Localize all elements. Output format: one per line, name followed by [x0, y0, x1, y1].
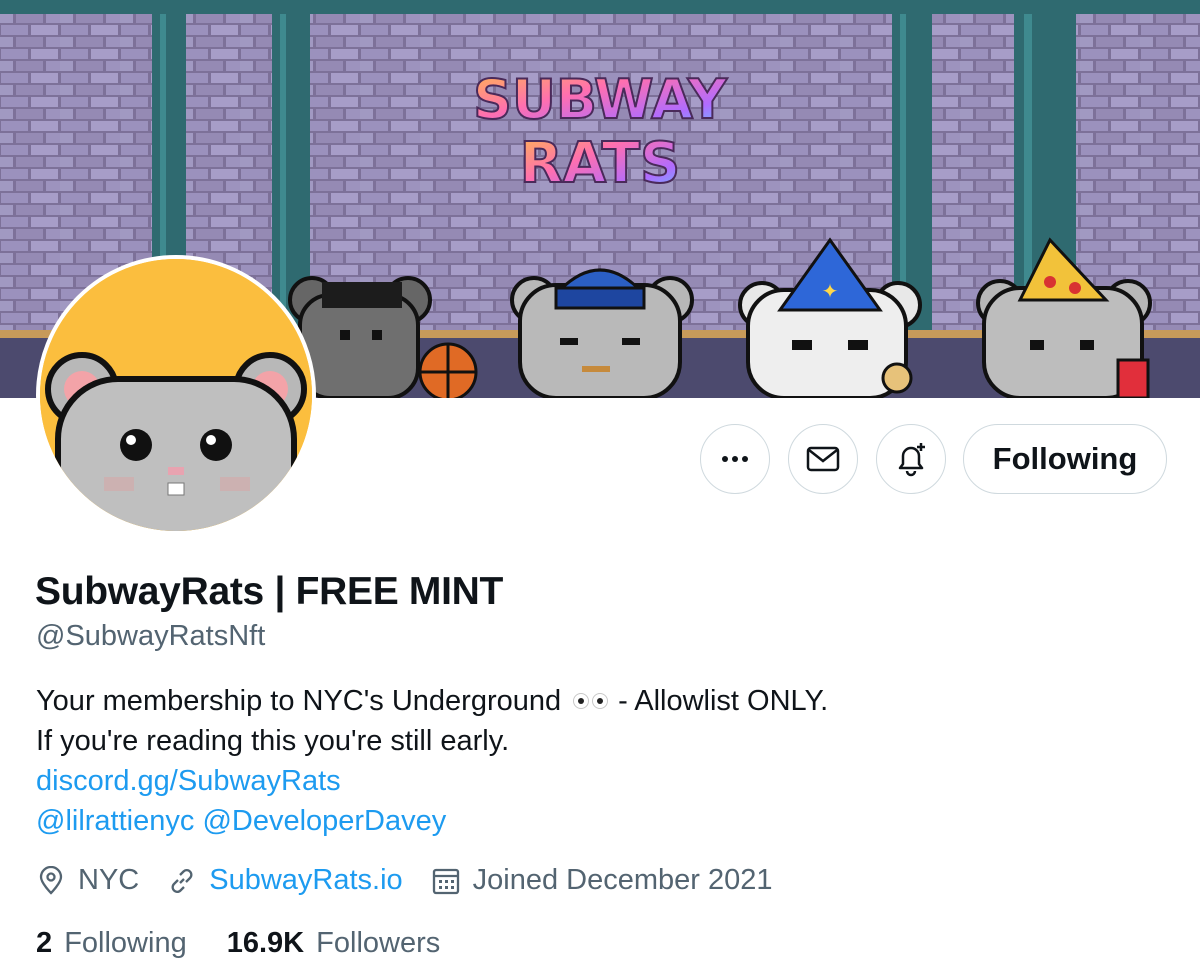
profile-stats: 2 Following 16.9K Followers — [36, 927, 480, 960]
more-button[interactable] — [700, 424, 770, 494]
user-handle: @SubwayRatsNft — [36, 620, 266, 652]
more-icon — [722, 456, 748, 462]
bio-text: - Allowlist ONLY. — [618, 685, 829, 717]
website-link[interactable]: SubwayRats.io — [209, 864, 402, 897]
rat-beanie-sprite — [510, 268, 694, 398]
bio-mention-lilrattienyc[interactable]: @lilrattienyc — [36, 801, 194, 841]
location-text: NYC — [78, 864, 140, 896]
banner-logo-line1: SUBWAY — [473, 68, 728, 131]
bell-plus-icon — [898, 443, 925, 477]
following-button[interactable]: Following — [963, 424, 1167, 494]
message-button[interactable] — [788, 424, 858, 494]
banner-logo-line2: RATS — [520, 131, 681, 196]
profile-avatar[interactable] — [36, 255, 316, 535]
calendar-icon — [432, 868, 459, 894]
followers-stat[interactable]: 16.9K Followers — [227, 927, 441, 960]
website-item: SubwayRats.io — [167, 864, 403, 897]
profile-bio: Your membership to NYC's Underground - A… — [36, 681, 828, 841]
bio-mention-developerdavey[interactable]: @DeveloperDavey — [202, 801, 446, 841]
profile-meta: NYC SubwayRats.io Joined December 2021 — [36, 864, 801, 897]
bio-text: Your membership to NYC's Underground — [36, 685, 562, 717]
joined-text: Joined December 2021 — [472, 864, 773, 896]
following-label: Following — [64, 927, 187, 959]
mail-icon — [806, 446, 840, 472]
following-stat[interactable]: 2 Following — [36, 927, 187, 960]
bio-discord-link[interactable]: discord.gg/SubwayRats — [36, 761, 341, 801]
bio-line-2: If you're reading this you're still earl… — [36, 725, 510, 757]
location-item: NYC — [36, 864, 139, 897]
avatar-image — [40, 259, 312, 531]
following-count: 2 — [36, 927, 53, 959]
bio-line-1: Your membership to NYC's Underground - A… — [36, 681, 828, 721]
link-icon — [171, 868, 193, 893]
joined-item: Joined December 2021 — [431, 864, 773, 897]
display-name: SubwayRats | FREE MINT — [35, 570, 504, 613]
notifications-button[interactable] — [876, 424, 946, 494]
svg-text:✦: ✦ — [822, 279, 839, 303]
followers-count: 16.9K — [226, 927, 305, 959]
location-pin-icon — [39, 865, 63, 895]
followers-label: Followers — [316, 927, 441, 959]
eyes-emoji-icon — [573, 693, 609, 709]
